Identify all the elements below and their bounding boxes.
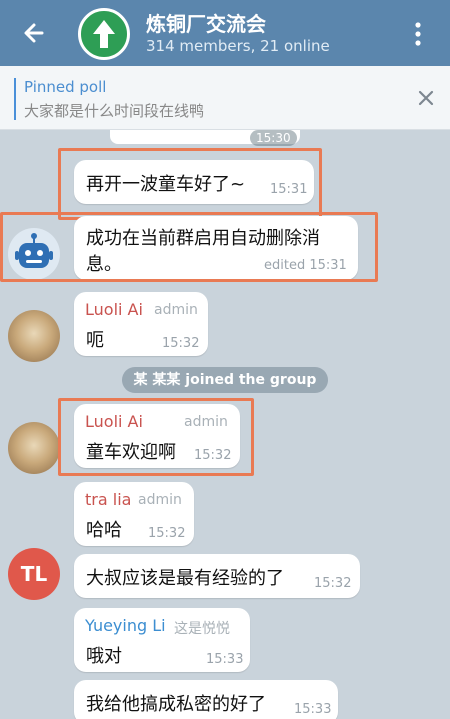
message-time: 15:30: [250, 130, 297, 146]
message-time: 15:32: [162, 336, 200, 351]
sender-role: admin: [138, 492, 182, 508]
message-bubble[interactable]: Luoli Ai admin 呃 15:32: [74, 292, 208, 356]
message-bubble[interactable]: tra lia admin 哈哈 15:32: [74, 482, 194, 546]
up-arrow-icon: [93, 20, 115, 48]
pinned-indicator: [14, 78, 16, 120]
user-avatar[interactable]: TL: [8, 548, 60, 600]
sender-name[interactable]: Yueying Li: [85, 616, 166, 635]
message-time: 15:32: [148, 526, 186, 541]
user-avatar[interactable]: [8, 422, 60, 474]
message-text: 哦对: [86, 646, 122, 667]
highlight-box: [58, 398, 254, 476]
chat-header: 炼铜厂交流会 314 members, 21 online: [0, 0, 450, 66]
arrow-left-icon[interactable]: [20, 18, 50, 48]
highlight-box: [58, 148, 322, 220]
sender-name[interactable]: tra lia: [85, 490, 131, 509]
pinned-title: Pinned poll: [24, 78, 107, 96]
pinned-message-bar[interactable]: Pinned poll 大家都是什么时间段在线鸭: [0, 66, 450, 130]
highlight-box: [0, 212, 378, 282]
group-avatar[interactable]: [78, 8, 130, 60]
message-bubble[interactable]: 我给他搞成私密的好了 15:33: [74, 680, 338, 719]
message-time: 15:32: [314, 576, 352, 591]
sender-role: admin: [154, 302, 198, 318]
sender-name[interactable]: Luoli Ai: [85, 300, 143, 319]
user-avatar[interactable]: [8, 310, 60, 362]
message-list[interactable]: 15:30 再开一波童车好了~ 15:31 成功在当前群启用自动删除消 息。 e…: [0, 130, 450, 719]
message-text: 我给他搞成私密的好了: [86, 694, 266, 715]
message-text: 哈哈: [86, 520, 122, 541]
message-time: 15:33: [294, 702, 332, 717]
pinned-text: 大家都是什么时间段在线鸭: [24, 102, 205, 120]
system-message: 某 某某 joined the group: [122, 367, 328, 393]
message-bubble[interactable]: 大叔应该是最有经验的了 15:32: [74, 554, 360, 598]
message-time: 15:33: [206, 652, 244, 667]
close-icon[interactable]: [416, 88, 436, 108]
message-text: 呃: [86, 330, 104, 351]
message-bubble[interactable]: Yueying Li 这是悦悦 哦对 15:33: [74, 608, 250, 672]
more-vertical-icon[interactable]: [408, 20, 428, 48]
sender-role: 这是悦悦: [174, 621, 230, 637]
message-text: 大叔应该是最有经验的了: [86, 568, 284, 589]
group-member-count: 314 members, 21 online: [146, 37, 330, 55]
group-title[interactable]: 炼铜厂交流会: [146, 8, 266, 37]
